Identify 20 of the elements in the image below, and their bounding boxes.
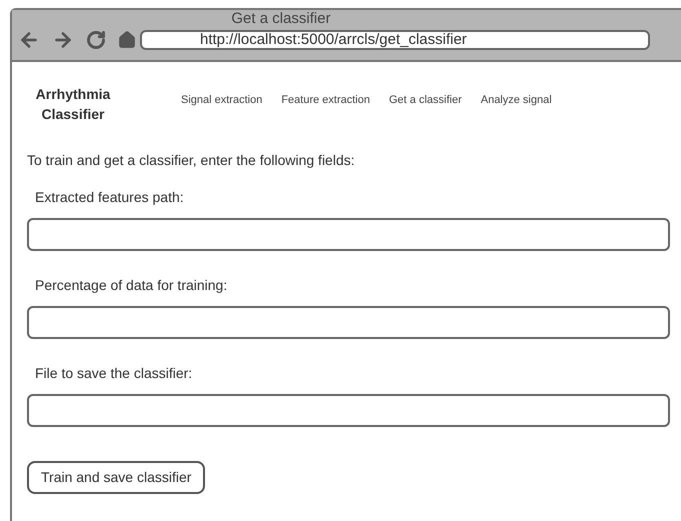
input-field[interactable] — [27, 306, 670, 339]
input-field[interactable] — [27, 394, 670, 427]
field-label: Extracted features path: — [35, 188, 185, 207]
window-title: Get a classifier — [231, 10, 331, 28]
brand-text: Arrhythmia — [36, 85, 110, 104]
nav-link[interactable]: Analyze signal — [480, 92, 552, 108]
brand-text: Classifier — [41, 105, 105, 124]
intro-text: To train and get a classifier, enter the following fields: — [27, 151, 356, 170]
nav-link[interactable]: Get a classifier — [388, 92, 462, 108]
field-label: Percentage of data for training: — [35, 276, 228, 295]
back-icon[interactable] — [18, 29, 40, 51]
nav-link[interactable]: Signal extraction — [181, 92, 262, 108]
address-bar[interactable]: http://localhost:5000/arrcls/get_classifier — [140, 30, 650, 50]
home-icon[interactable] — [118, 31, 136, 49]
input-field[interactable] — [27, 218, 670, 251]
train-button[interactable]: Train and save classifier — [27, 461, 206, 494]
forward-icon[interactable] — [52, 29, 74, 51]
reload-icon[interactable] — [86, 30, 106, 50]
field-label: File to save the classifier: — [35, 364, 194, 383]
nav-link[interactable]: Feature extraction — [281, 92, 370, 108]
